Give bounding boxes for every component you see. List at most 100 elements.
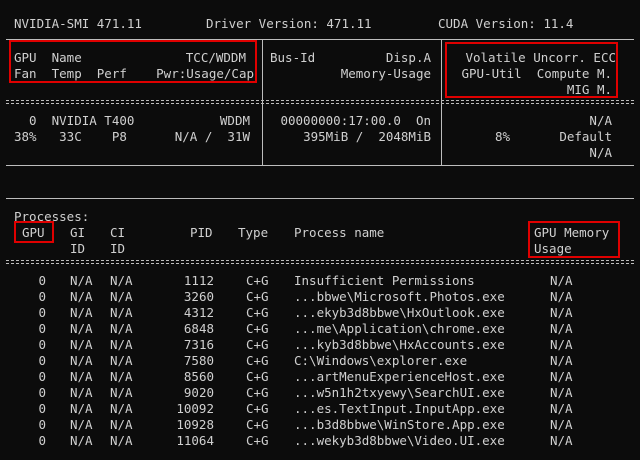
process-mem: N/A: [550, 369, 573, 384]
process-mem: N/A: [550, 321, 573, 336]
process-gi: N/A: [70, 433, 93, 448]
gpu-util: 8%: [494, 129, 510, 144]
process-gpu: 0: [38, 305, 46, 320]
process-ci: N/A: [110, 433, 133, 448]
highlight-box: [445, 42, 618, 98]
process-gpu: 0: [38, 417, 46, 432]
process-pid: 6848: [183, 321, 214, 336]
process-gi: N/A: [70, 417, 93, 432]
gpu-mig-mode: N/A: [589, 145, 612, 160]
process-gi: N/A: [70, 289, 93, 304]
process-gpu: 0: [38, 289, 46, 304]
process-pid: 9020: [183, 385, 214, 400]
process-gi: N/A: [70, 353, 93, 368]
process-ci: N/A: [110, 305, 133, 320]
table-bottom-border: [6, 165, 634, 166]
proc-header-pid: PID: [190, 225, 213, 240]
proc-header-gi: GI: [70, 225, 86, 240]
process-type: C+G: [246, 417, 269, 432]
process-name: ...artMenuExperienceHost.exe: [294, 369, 505, 384]
proc-header-type: Type: [238, 225, 269, 240]
process-mem: N/A: [550, 273, 573, 288]
process-gpu: 0: [38, 273, 46, 288]
process-name: C:\Windows\explorer.exe: [294, 353, 468, 368]
gpu-index-name: 0 NVIDIA T400: [14, 113, 135, 128]
process-mem: N/A: [550, 433, 573, 448]
gpu-ecc: N/A: [589, 113, 612, 128]
process-mem: N/A: [550, 337, 573, 352]
process-name: ...bbwe\Microsoft.Photos.exe: [294, 289, 505, 304]
process-pid: 7580: [183, 353, 214, 368]
proc-header-ci-id: ID: [110, 241, 126, 256]
process-type: C+G: [246, 321, 269, 336]
process-name: ...w5n1h2txyewy\SearchUI.exe: [294, 385, 505, 400]
process-type: C+G: [246, 369, 269, 384]
driver-version: Driver Version: 471.11: [206, 16, 372, 31]
gpu-driver-model: WDDM: [219, 113, 250, 128]
process-mem: N/A: [550, 353, 573, 368]
process-mem: N/A: [550, 289, 573, 304]
process-mem: N/A: [550, 401, 573, 416]
process-ci: N/A: [110, 385, 133, 400]
gpu-power: N/A / 31W: [174, 129, 250, 144]
process-ci: N/A: [110, 321, 133, 336]
header-memory-usage: Memory-Usage: [340, 66, 431, 81]
process-type: C+G: [246, 433, 269, 448]
process-gi: N/A: [70, 305, 93, 320]
process-type: C+G: [246, 401, 269, 416]
process-name: ...b3d8bbwe\WinStore.App.exe: [294, 417, 505, 432]
process-name: ...me\Application\chrome.exe: [294, 321, 505, 336]
process-name: Insufficient Permissions: [294, 273, 475, 288]
gpu-bus-id: 00000000:17:00.0 On: [280, 113, 431, 128]
process-type: C+G: [246, 337, 269, 352]
process-gpu: 0: [38, 321, 46, 336]
proc-header-gi-id: ID: [70, 241, 86, 256]
process-ci: N/A: [110, 289, 133, 304]
processes-header-separator: [6, 260, 634, 264]
process-ci: N/A: [110, 337, 133, 352]
process-type: C+G: [246, 353, 269, 368]
terminal-window[interactable]: NVIDIA-SMI 471.11 Driver Version: 471.11…: [0, 0, 640, 460]
process-name: ...es.TextInput.InputApp.exe: [294, 401, 505, 416]
process-ci: N/A: [110, 353, 133, 368]
process-gi: N/A: [70, 337, 93, 352]
process-ci: N/A: [110, 369, 133, 384]
process-pid: 3260: [183, 289, 214, 304]
process-gpu: 0: [38, 401, 46, 416]
process-name: ...ekyb3d8bbwe\HxOutlook.exe: [294, 305, 505, 320]
process-ci: N/A: [110, 273, 133, 288]
process-gpu: 0: [38, 369, 46, 384]
process-gpu: 0: [38, 385, 46, 400]
process-pid: 1112: [183, 273, 214, 288]
process-mem: N/A: [550, 385, 573, 400]
process-gi: N/A: [70, 401, 93, 416]
process-gi: N/A: [70, 273, 93, 288]
process-pid: 10928: [176, 417, 214, 432]
header-bus-id: Bus-Id: [270, 50, 316, 65]
process-pid: 11064: [176, 433, 214, 448]
gpu-compute-mode: Default: [559, 129, 612, 144]
cuda-version: CUDA Version: 11.4: [438, 16, 574, 31]
proc-header-name: Process name: [294, 225, 385, 240]
process-pid: 4312: [183, 305, 214, 320]
process-gi: N/A: [70, 321, 93, 336]
highlight-box: [9, 40, 257, 83]
process-ci: N/A: [110, 417, 133, 432]
highlight-box: [528, 221, 620, 258]
process-gpu: 0: [38, 353, 46, 368]
process-gpu: 0: [38, 337, 46, 352]
header-separator: [6, 100, 634, 104]
process-gpu: 0: [38, 433, 46, 448]
smi-version: NVIDIA-SMI 471.11: [14, 16, 142, 31]
gpu-fan-temp-perf: 38% 33C P8: [14, 129, 127, 144]
gpu-memory-usage: 395MiB / 2048MiB: [303, 129, 431, 144]
header-disp-a: Disp.A: [385, 50, 431, 65]
process-mem: N/A: [550, 305, 573, 320]
process-ci: N/A: [110, 401, 133, 416]
proc-header-ci: CI: [110, 225, 126, 240]
process-gi: N/A: [70, 385, 93, 400]
process-name: ...kyb3d8bbwe\HxAccounts.exe: [294, 337, 505, 352]
process-type: C+G: [246, 289, 269, 304]
process-type: C+G: [246, 305, 269, 320]
process-pid: 8560: [183, 369, 214, 384]
